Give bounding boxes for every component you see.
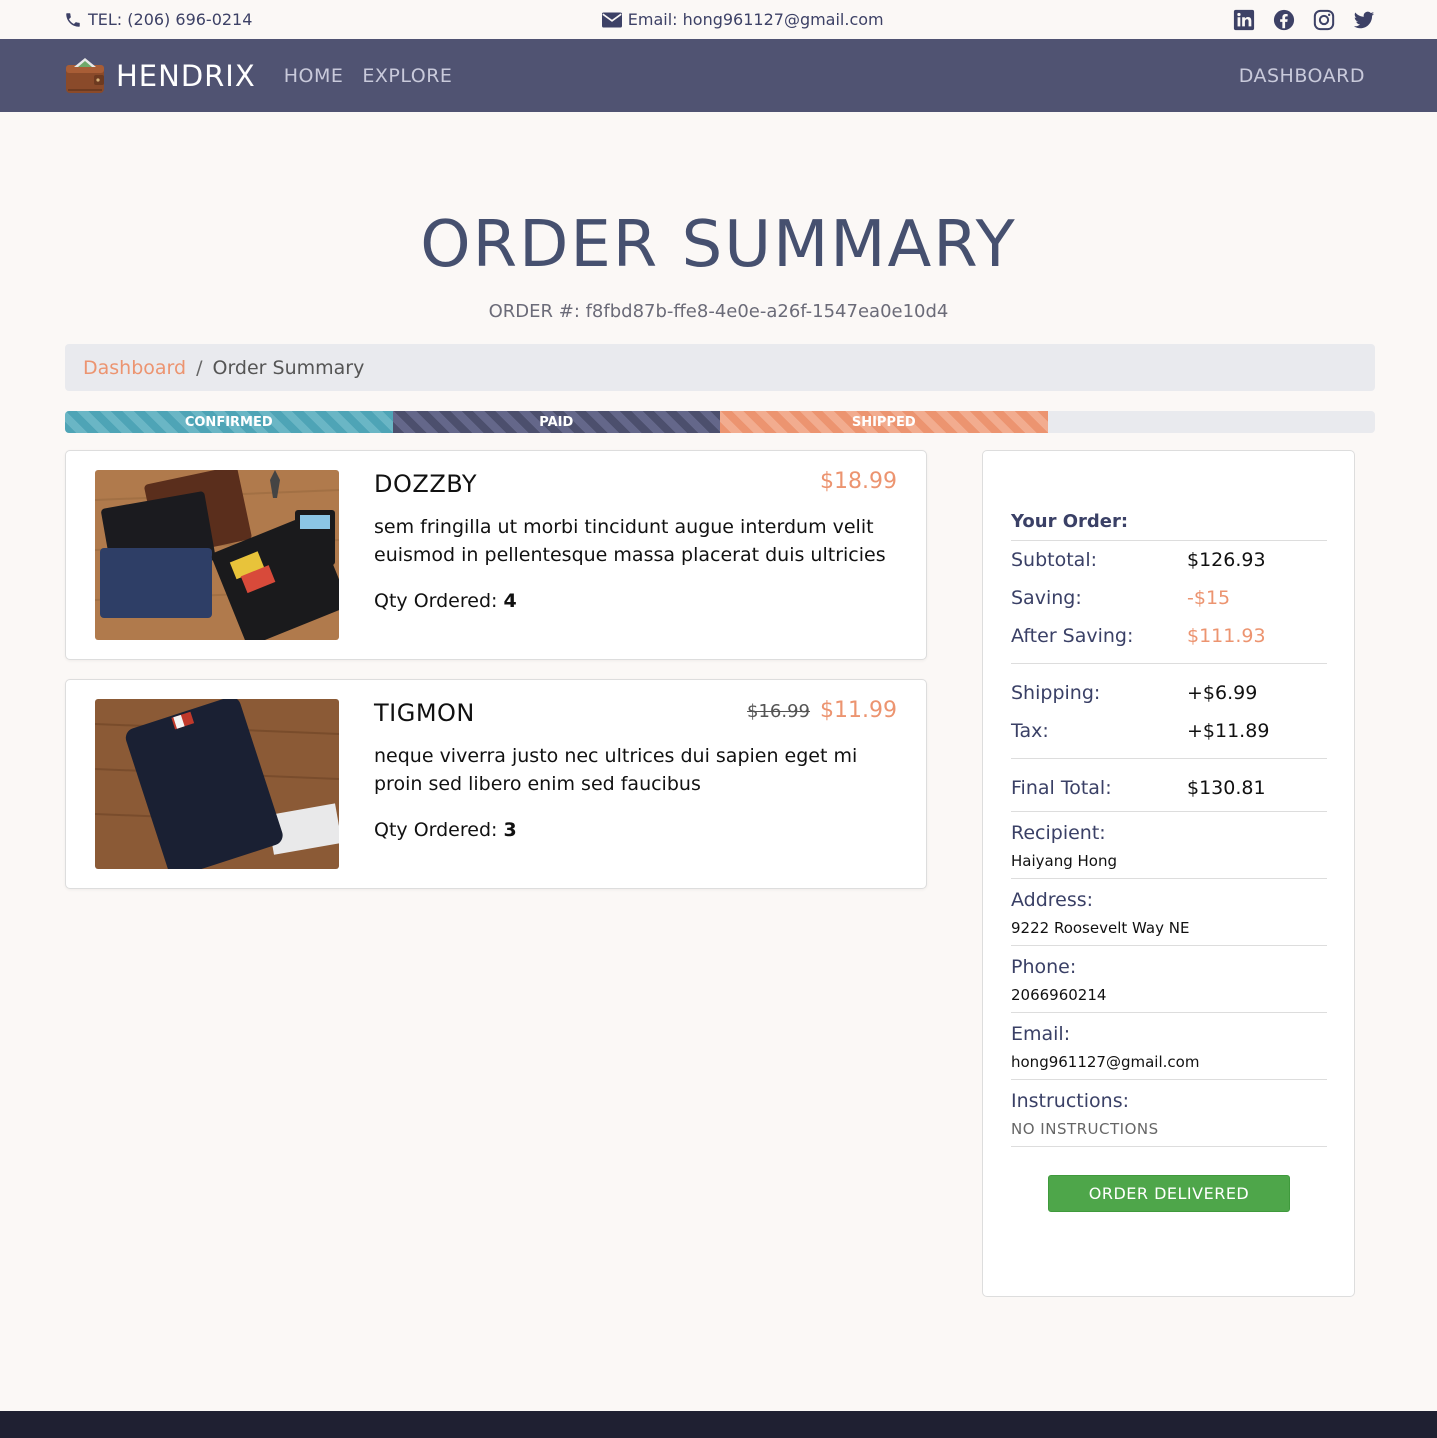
final-total-label: Final Total: <box>1011 777 1112 799</box>
wallet-logo-icon <box>64 55 106 97</box>
tax-value: +$11.89 <box>1187 720 1270 742</box>
after-saving-row: After Saving: $111.93 <box>1011 617 1327 655</box>
after-saving-label: After Saving: <box>1011 625 1134 647</box>
phone-text: TEL: (206) 696-0214 <box>88 10 253 29</box>
order-item-card: TIGMON $16.99 $11.99 neque viverra justo… <box>65 679 927 889</box>
breadcrumb-current: Order Summary <box>212 356 365 379</box>
breadcrumb-dashboard-link[interactable]: Dashboard <box>83 357 186 379</box>
nav-home[interactable]: HOME <box>284 65 344 87</box>
phone-icon <box>64 11 82 29</box>
order-summary-card: Your Order: Subtotal: $126.93 Saving: -$… <box>982 450 1355 1297</box>
product-name: TIGMON <box>374 699 475 727</box>
facebook-icon[interactable] <box>1273 9 1295 31</box>
product-image-dozzby <box>95 470 339 640</box>
email-label: Email: <box>1011 1023 1071 1045</box>
phone-label: Phone: <box>1011 956 1077 978</box>
shipping-value: +$6.99 <box>1187 682 1258 704</box>
phone-value: 2066960214 <box>1011 986 1107 1004</box>
qty-label: Qty Ordered: <box>374 819 498 841</box>
saving-label: Saving: <box>1011 587 1082 609</box>
subtotal-label: Subtotal: <box>1011 549 1098 571</box>
order-number: ORDER #: f8fbd87b-ffe8-4e0e-a26f-1547ea0… <box>488 301 949 322</box>
qty-value: 4 <box>503 590 517 612</box>
envelope-icon <box>601 12 622 28</box>
progress-step-confirmed: CONFIRMED <box>65 411 393 433</box>
breadcrumb: Dashboard / Order Summary <box>65 344 1375 391</box>
current-price: $18.99 <box>820 469 897 494</box>
shipping-row: Shipping: +$6.99 <box>1011 674 1327 712</box>
quantity-ordered: Qty Ordered: 3 <box>374 819 517 841</box>
subtotal-value: $126.93 <box>1187 549 1266 571</box>
linkedin-icon[interactable] <box>1233 9 1255 31</box>
product-description: sem fringilla ut morbi tincidunt augue i… <box>374 516 886 566</box>
tax-label: Tax: <box>1011 720 1049 742</box>
product-price: $18.99 <box>820 469 897 494</box>
final-total-group: Final Total: $130.81 <box>1011 759 1327 812</box>
address-block: Address: 9222 Roosevelt Way NE <box>1011 879 1327 946</box>
product-description: neque viverra justo nec ultrices dui sap… <box>374 745 858 795</box>
email-value: hong961127@gmail.com <box>1011 1053 1200 1071</box>
instagram-icon[interactable] <box>1313 9 1335 31</box>
recipient-label: Recipient: <box>1011 822 1106 844</box>
product-image-tigmon <box>95 699 339 869</box>
breadcrumb-separator: / <box>196 356 203 379</box>
phone-contact[interactable]: TEL: (206) 696-0214 <box>64 10 252 29</box>
fees-breakdown: Shipping: +$6.99 Tax: +$11.89 <box>1011 664 1327 759</box>
final-total-value: $130.81 <box>1187 777 1266 799</box>
price-breakdown: Subtotal: $126.93 Saving: -$15 After Sav… <box>1011 541 1327 664</box>
summary-heading: Your Order: <box>1011 511 1327 541</box>
social-links <box>1233 9 1375 31</box>
quantity-ordered: Qty Ordered: 4 <box>374 590 517 612</box>
saving-value: -$15 <box>1187 587 1231 609</box>
product-name: DOZZBY <box>374 470 478 498</box>
order-item-card: DOZZBY $18.99 sem fringilla ut morbi tin… <box>65 450 927 660</box>
recipient-value: Haiyang Hong <box>1011 852 1117 870</box>
shipping-label: Shipping: <box>1011 682 1101 704</box>
instructions-block: Instructions: NO INSTRUCTIONS <box>1011 1080 1327 1147</box>
nav-dashboard[interactable]: DASHBOARD <box>1239 65 1365 87</box>
nav-explore[interactable]: EXPLORE <box>362 65 452 87</box>
product-price: $16.99 $11.99 <box>747 698 897 723</box>
qty-value: 3 <box>503 819 517 841</box>
brand[interactable]: HENDRIX <box>64 55 284 97</box>
instructions-value: NO INSTRUCTIONS <box>1011 1120 1159 1138</box>
brand-name: HENDRIX <box>116 58 256 93</box>
recipient-block: Recipient: Haiyang Hong <box>1011 812 1327 879</box>
twitter-icon[interactable] <box>1353 9 1375 31</box>
saving-row: Saving: -$15 <box>1011 579 1327 617</box>
subtotal-row: Subtotal: $126.93 <box>1011 541 1327 579</box>
final-total-row: Final Total: $130.81 <box>1011 769 1327 807</box>
original-price: $16.99 <box>747 701 811 722</box>
order-progress-bar: CONFIRMED PAID SHIPPED <box>65 411 1375 433</box>
address-label: Address: <box>1011 889 1094 911</box>
address-value: 9222 Roosevelt Way NE <box>1011 919 1190 937</box>
phone-block: Phone: 2066960214 <box>1011 946 1327 1013</box>
page-footer <box>0 1411 1437 1438</box>
instructions-label: Instructions: <box>1011 1090 1129 1112</box>
main-navbar: HENDRIX HOME EXPLORE DASHBOARD <box>0 39 1437 112</box>
page-title: ORDER SUMMARY <box>420 208 1017 282</box>
email-block: Email: hong961127@gmail.com <box>1011 1013 1327 1080</box>
progress-step-shipped: SHIPPED <box>720 411 1048 433</box>
tax-row: Tax: +$11.89 <box>1011 712 1327 750</box>
after-saving-value: $111.93 <box>1187 625 1266 647</box>
email-contact[interactable]: Email: hong961127@gmail.com <box>601 10 884 29</box>
current-price: $11.99 <box>820 698 897 723</box>
contact-bar: TEL: (206) 696-0214 Email: hong961127@gm… <box>0 0 1437 39</box>
progress-step-paid: PAID <box>392 411 720 433</box>
qty-label: Qty Ordered: <box>374 590 498 612</box>
order-delivered-button[interactable]: ORDER DELIVERED <box>1048 1175 1290 1212</box>
email-text: Email: hong961127@gmail.com <box>627 10 884 29</box>
